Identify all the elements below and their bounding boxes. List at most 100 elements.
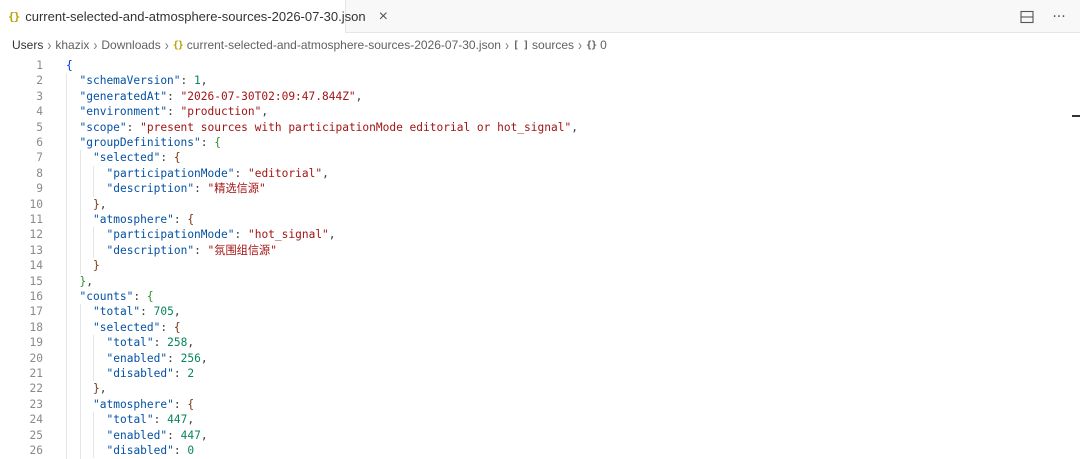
line-number: 22: [29, 382, 43, 396]
indent-guide: [66, 242, 67, 259]
token-punc: ,: [173, 305, 181, 319]
code-line[interactable]: 24 "total": 447,: [0, 412, 1080, 428]
code-line[interactable]: 7 "selected": {: [0, 150, 1080, 166]
code-line[interactable]: 4 "environment": "production",: [0, 104, 1080, 120]
editor-tab[interactable]: {} current-selected-and-atmosphere-sourc…: [0, 0, 388, 33]
code-line[interactable]: 15},: [0, 273, 1080, 289]
code-line[interactable]: 14}: [0, 258, 1080, 274]
code-line[interactable]: 12 "participationMode": "hot_signal",: [0, 227, 1080, 243]
indent-guide: [66, 212, 67, 228]
indent-guide: [66, 319, 67, 336]
more-actions-icon[interactable]: ···: [1048, 6, 1070, 28]
token-punc: ,: [86, 274, 93, 288]
close-tab-icon[interactable]: ×: [379, 8, 388, 25]
token-punc: :: [167, 105, 181, 119]
indent-guide: [66, 304, 67, 320]
token-str: "editorial": [247, 166, 323, 180]
code-text: "counts": {: [80, 289, 154, 304]
code-line[interactable]: 25 "enabled": 447,: [0, 427, 1080, 443]
line-number: 12: [29, 228, 43, 242]
line-number: 26: [29, 444, 43, 457]
breadcrumb-label: 0: [600, 38, 607, 52]
code-text: },: [80, 274, 94, 289]
breadcrumb-label: Users: [12, 38, 44, 52]
indent-guide: [79, 396, 81, 413]
code-line[interactable]: 5 "scope": "present sources with particip…: [0, 119, 1080, 135]
line-number: 8: [36, 166, 43, 180]
code-line[interactable]: 11 "atmosphere": {: [0, 212, 1080, 228]
code-line[interactable]: 6 "groupDefinitions": {: [0, 135, 1080, 151]
token-brace3: }: [93, 259, 100, 273]
breadcrumb-item[interactable]: [ ] sources: [513, 38, 574, 52]
indent-guide: [66, 412, 67, 428]
code-line[interactable]: 3 "generatedAt": "2026-07-30T02:09:47.844…: [0, 88, 1080, 105]
token-str: "氛围组信源": [207, 243, 277, 257]
chevron-right-icon: ›: [164, 36, 169, 54]
token-str: "production": [180, 105, 262, 119]
token-num: 705: [153, 305, 174, 319]
indent-guide: [66, 381, 67, 397]
breadcrumb-item[interactable]: khazix: [55, 38, 89, 52]
code-line[interactable]: 2 "schemaVersion": 1,: [0, 73, 1080, 89]
line-number: 10: [29, 197, 43, 211]
token-punc: :: [234, 228, 248, 242]
code-line[interactable]: 1{: [0, 58, 1080, 73]
token-num: 2: [187, 367, 195, 380]
indent-guide: [66, 181, 67, 197]
breadcrumb-item[interactable]: {} 0: [586, 38, 607, 52]
json-file-icon: {}: [8, 10, 20, 23]
breadcrumb-label: current-selected-and-atmosphere-sources-…: [186, 38, 501, 52]
line-number: 11: [29, 213, 43, 226]
token-key: "generatedAt": [79, 89, 168, 103]
tab-title: current-selected-and-atmosphere-sources-…: [25, 9, 366, 24]
breadcrumb-item[interactable]: {} current-selected-and-atmosphere-source…: [173, 38, 501, 52]
code-text: "atmosphere": {: [93, 397, 194, 412]
token-punc: :: [153, 413, 168, 427]
indent-guide: [93, 412, 94, 428]
code-text: "participationMode": "hot_signal",: [107, 227, 336, 242]
line-number: 1: [36, 59, 43, 72]
code-line[interactable]: 19 "total": 258,: [0, 335, 1080, 351]
code-line[interactable]: 22},: [0, 381, 1080, 397]
code-editor[interactable]: 1{2 "schemaVersion": 1, 3 "generatedAt": "2…: [0, 57, 1080, 459]
indent-guide: [93, 427, 94, 443]
indent-guide: [79, 150, 81, 166]
code-line[interactable]: 13 "description": "氛围组信源": [0, 242, 1080, 259]
code-line[interactable]: 18 "selected": {: [0, 319, 1080, 336]
code-line[interactable]: 23 "atmosphere": {: [0, 396, 1080, 413]
token-punc: :: [167, 428, 181, 442]
token-key: "total": [93, 305, 141, 319]
code-line[interactable]: 21 "disabled": 2: [0, 366, 1080, 382]
token-key: "participationMode": [106, 228, 235, 242]
line-number: 18: [29, 320, 43, 334]
code-text: "generatedAt": "2026-07-30T02:09:47.844Z…: [80, 89, 363, 104]
indent-guide: [93, 443, 94, 459]
token-key: "enabled": [106, 351, 168, 365]
code-line[interactable]: 20 "enabled": 256,: [0, 350, 1080, 366]
breadcrumb-item[interactable]: Downloads: [101, 38, 160, 52]
token-punc: :: [140, 305, 154, 319]
indent-guide: [93, 350, 94, 366]
chevron-right-icon: ›: [47, 36, 52, 54]
token-num: 1: [194, 74, 201, 88]
token-key: "atmosphere": [93, 213, 174, 226]
split-editor-icon[interactable]: [1016, 6, 1038, 28]
code-line[interactable]: 17 "total": 705,: [0, 304, 1080, 320]
code-line[interactable]: 8 "participationMode": "editorial",: [0, 165, 1080, 182]
indent-guide: [79, 304, 81, 320]
code-line[interactable]: 9 "description": "精选信源": [0, 181, 1080, 197]
code-line[interactable]: 26 "disabled": 0: [0, 443, 1080, 459]
code-line[interactable]: 10},: [0, 196, 1080, 212]
token-punc: :: [194, 243, 208, 257]
line-number: 6: [36, 136, 43, 149]
token-brace1: {: [66, 59, 73, 72]
code-line[interactable]: 16 "counts": {: [0, 289, 1080, 305]
json-file-icon: {}: [172, 39, 184, 51]
indent-guide: [66, 258, 67, 274]
line-number: 7: [36, 151, 43, 165]
breadcrumb-label: khazix: [55, 38, 90, 52]
breadcrumb-item[interactable]: Users: [12, 38, 43, 52]
token-key: "selected": [93, 320, 161, 334]
line-number: 15: [29, 274, 43, 288]
line-number: 2: [36, 74, 43, 88]
